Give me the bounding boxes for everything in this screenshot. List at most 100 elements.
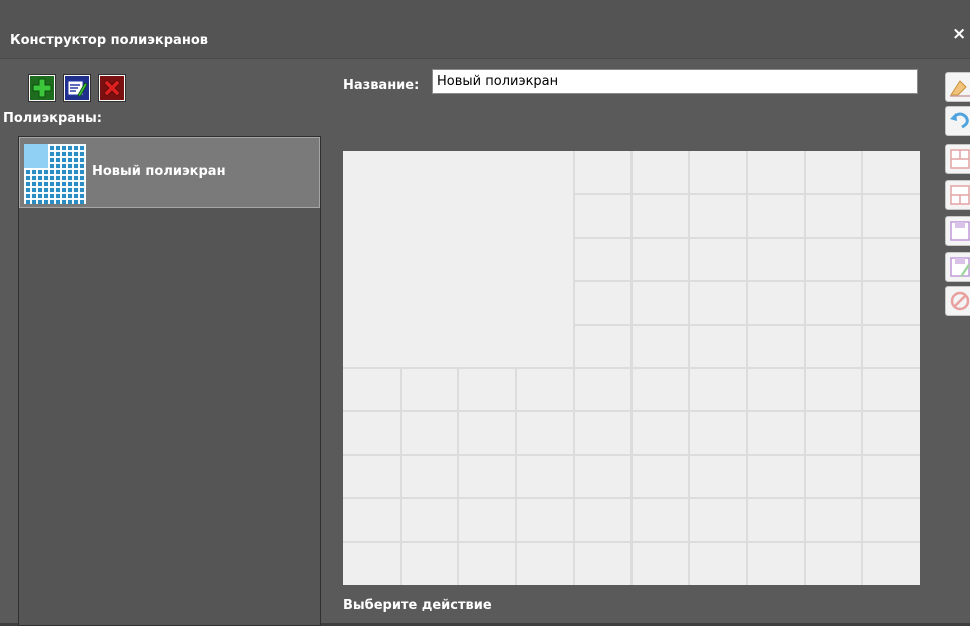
grid-cell[interactable] bbox=[632, 195, 689, 237]
grid-cell[interactable] bbox=[805, 195, 862, 237]
grid-cell[interactable] bbox=[863, 238, 920, 281]
grid-cell[interactable] bbox=[805, 325, 862, 367]
grid-cell[interactable] bbox=[459, 369, 516, 411]
grid-cell[interactable] bbox=[517, 499, 573, 541]
grid-cell[interactable] bbox=[690, 455, 746, 498]
grid-cell[interactable] bbox=[805, 542, 862, 585]
grid-cell[interactable] bbox=[574, 499, 631, 541]
grid-cell[interactable] bbox=[747, 151, 804, 194]
grid-cell[interactable] bbox=[343, 412, 400, 454]
grid-cell[interactable] bbox=[863, 499, 920, 541]
grid-cell[interactable] bbox=[690, 542, 746, 585]
grid-cell[interactable] bbox=[863, 542, 920, 585]
grid-cell[interactable] bbox=[805, 499, 862, 541]
grid-cell[interactable] bbox=[517, 369, 573, 411]
grid-cell[interactable] bbox=[863, 282, 920, 324]
grid-cell[interactable] bbox=[632, 325, 689, 367]
grid-cell[interactable] bbox=[401, 412, 458, 454]
grid-cell[interactable] bbox=[459, 499, 516, 541]
grid-cell[interactable] bbox=[574, 369, 631, 411]
split-cells-button[interactable] bbox=[945, 180, 970, 210]
grid-cell[interactable] bbox=[632, 499, 689, 541]
title-bar: Конструктор полиэкранов × bbox=[0, 0, 970, 59]
grid-cell[interactable] bbox=[632, 542, 689, 585]
grid-cell[interactable] bbox=[863, 195, 920, 237]
grid-cell[interactable] bbox=[690, 412, 746, 454]
grid-cell[interactable] bbox=[517, 412, 573, 454]
list-item[interactable]: Новый полиэкран bbox=[19, 137, 320, 208]
grid-cell[interactable] bbox=[517, 542, 573, 585]
undo-button[interactable] bbox=[945, 106, 970, 136]
grid-cell[interactable] bbox=[632, 238, 689, 281]
grid-cell[interactable] bbox=[863, 151, 920, 194]
grid-cell[interactable] bbox=[343, 499, 400, 541]
status-text: Выберите действие bbox=[343, 598, 492, 613]
grid-cell[interactable] bbox=[747, 238, 804, 281]
grid-cell[interactable] bbox=[747, 542, 804, 585]
grid-cell[interactable] bbox=[805, 412, 862, 454]
close-button[interactable]: × bbox=[952, 26, 966, 43]
grid-cell[interactable] bbox=[401, 455, 458, 498]
grid-cell[interactable] bbox=[690, 151, 746, 194]
grid-cell[interactable] bbox=[574, 151, 631, 194]
grid-cell[interactable] bbox=[574, 195, 631, 237]
grid-cell[interactable] bbox=[459, 542, 516, 585]
grid-cell[interactable] bbox=[690, 282, 746, 324]
delete-polyscreen-button[interactable] bbox=[98, 74, 126, 102]
grid-cell[interactable] bbox=[863, 455, 920, 498]
name-label: Название: bbox=[343, 78, 420, 93]
grid-cell-large[interactable] bbox=[343, 151, 573, 367]
grid-cell[interactable] bbox=[632, 412, 689, 454]
grid-cell[interactable] bbox=[805, 455, 862, 498]
grid-cell[interactable] bbox=[459, 412, 516, 454]
grid-cell[interactable] bbox=[747, 369, 804, 411]
grid-cell[interactable] bbox=[690, 238, 746, 281]
grid-cell[interactable] bbox=[343, 369, 400, 411]
grid-cell[interactable] bbox=[574, 325, 631, 367]
grid-cell[interactable] bbox=[863, 325, 920, 367]
grid-cell[interactable] bbox=[343, 455, 400, 498]
grid-cell[interactable] bbox=[632, 282, 689, 324]
grid-cell[interactable] bbox=[805, 151, 862, 194]
save-as-button[interactable] bbox=[945, 252, 970, 282]
grid-cell[interactable] bbox=[747, 499, 804, 541]
edit-polyscreen-button[interactable] bbox=[63, 74, 91, 102]
grid-cell[interactable] bbox=[747, 282, 804, 324]
grid-cell[interactable] bbox=[690, 195, 746, 237]
grid-cell[interactable] bbox=[863, 412, 920, 454]
name-field[interactable] bbox=[432, 69, 918, 94]
grid-cell[interactable] bbox=[574, 238, 631, 281]
grid-cell[interactable] bbox=[747, 412, 804, 454]
grid-cell[interactable] bbox=[805, 282, 862, 324]
grid-cell[interactable] bbox=[401, 369, 458, 411]
polyscreen-list[interactable]: Новый полиэкран bbox=[18, 136, 321, 626]
merge-cells-button[interactable] bbox=[945, 144, 970, 174]
grid-cell[interactable] bbox=[517, 455, 573, 498]
split-cells-icon bbox=[950, 185, 970, 205]
add-polyscreen-button[interactable] bbox=[28, 74, 56, 102]
grid-cell[interactable] bbox=[574, 455, 631, 498]
grid-cell[interactable] bbox=[574, 542, 631, 585]
layout-grid[interactable] bbox=[343, 151, 920, 585]
grid-cell[interactable] bbox=[805, 238, 862, 281]
grid-cell[interactable] bbox=[343, 542, 400, 585]
grid-cell[interactable] bbox=[574, 412, 631, 454]
clear-button[interactable] bbox=[945, 72, 970, 102]
grid-cell[interactable] bbox=[747, 195, 804, 237]
grid-cell[interactable] bbox=[863, 369, 920, 411]
grid-cell[interactable] bbox=[747, 455, 804, 498]
grid-cell[interactable] bbox=[401, 499, 458, 541]
save-button[interactable] bbox=[945, 216, 970, 246]
grid-cell[interactable] bbox=[632, 151, 689, 194]
grid-cell[interactable] bbox=[690, 325, 746, 367]
grid-cell[interactable] bbox=[632, 369, 689, 411]
grid-cell[interactable] bbox=[690, 499, 746, 541]
grid-cell[interactable] bbox=[632, 455, 689, 498]
grid-cell[interactable] bbox=[690, 369, 746, 411]
grid-cell[interactable] bbox=[574, 282, 631, 324]
grid-cell[interactable] bbox=[459, 455, 516, 498]
cancel-button[interactable] bbox=[945, 286, 970, 316]
grid-cell[interactable] bbox=[401, 542, 458, 585]
grid-cell[interactable] bbox=[805, 369, 862, 411]
grid-cell[interactable] bbox=[747, 325, 804, 367]
